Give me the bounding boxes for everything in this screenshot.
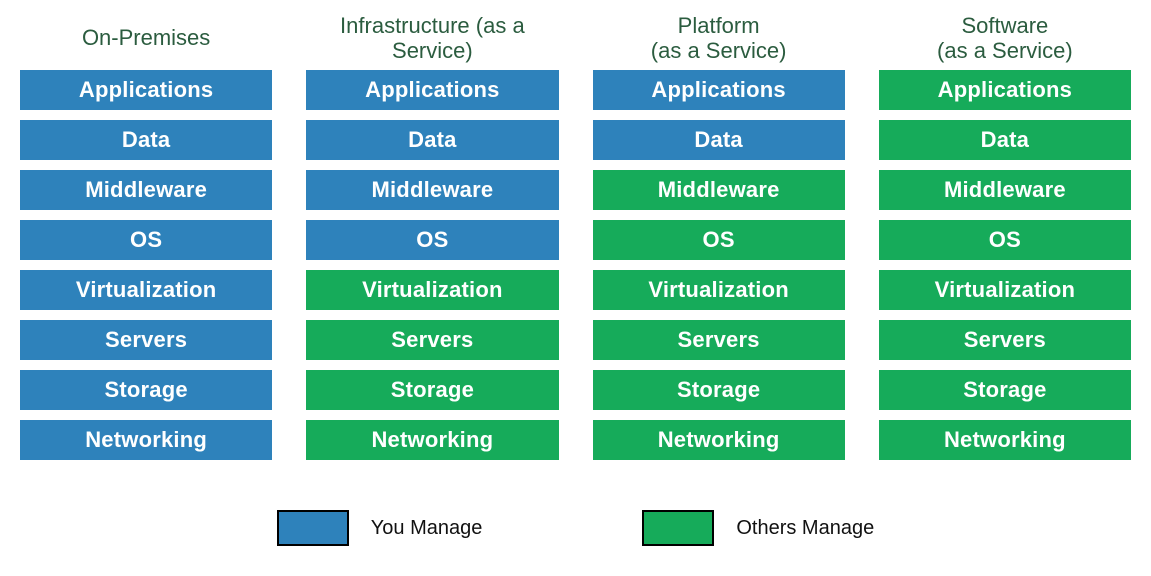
layer-networking: Networking — [593, 420, 845, 460]
legend-swatch-you — [277, 510, 349, 546]
layer-servers: Servers — [593, 320, 845, 360]
legend-label-other: Others Manage — [736, 517, 874, 540]
layer-networking: Networking — [20, 420, 272, 460]
layer-storage: Storage — [593, 370, 845, 410]
layer-data: Data — [593, 120, 845, 160]
layer-os: OS — [879, 220, 1131, 260]
layer-storage: Storage — [879, 370, 1131, 410]
layer-virtualization: Virtualization — [306, 270, 558, 310]
layer-os: OS — [20, 220, 272, 260]
layer-virtualization: Virtualization — [20, 270, 272, 310]
column-header: Infrastructure (as a Service) — [306, 10, 558, 66]
column-header: Platform (as a Service) — [593, 10, 845, 66]
layer-applications: Applications — [879, 70, 1131, 110]
legend-item-others-manage: Others Manage — [642, 510, 874, 546]
layer-data: Data — [879, 120, 1131, 160]
column-iaas: Infrastructure (as a Service) Applicatio… — [306, 10, 558, 470]
column-header: On-Premises — [20, 10, 272, 66]
layer-applications: Applications — [20, 70, 272, 110]
legend: You Manage Others Manage — [20, 510, 1131, 546]
legend-item-you-manage: You Manage — [277, 510, 483, 546]
layer-networking: Networking — [879, 420, 1131, 460]
layer-data: Data — [20, 120, 272, 160]
layer-storage: Storage — [306, 370, 558, 410]
legend-swatch-other — [642, 510, 714, 546]
layer-data: Data — [306, 120, 558, 160]
layer-middleware: Middleware — [20, 170, 272, 210]
legend-label-you: You Manage — [371, 517, 483, 540]
layer-os: OS — [593, 220, 845, 260]
layer-networking: Networking — [306, 420, 558, 460]
layer-middleware: Middleware — [879, 170, 1131, 210]
column-paas: Platform (as a Service) Applications Dat… — [593, 10, 845, 470]
layer-servers: Servers — [306, 320, 558, 360]
layer-servers: Servers — [20, 320, 272, 360]
layer-os: OS — [306, 220, 558, 260]
layer-servers: Servers — [879, 320, 1131, 360]
layer-middleware: Middleware — [593, 170, 845, 210]
service-model-grid: On-Premises Applications Data Middleware… — [20, 10, 1131, 470]
layer-virtualization: Virtualization — [593, 270, 845, 310]
column-on-premises: On-Premises Applications Data Middleware… — [20, 10, 272, 470]
layer-virtualization: Virtualization — [879, 270, 1131, 310]
layer-applications: Applications — [306, 70, 558, 110]
layer-middleware: Middleware — [306, 170, 558, 210]
layer-storage: Storage — [20, 370, 272, 410]
column-saas: Software (as a Service) Applications Dat… — [879, 10, 1131, 470]
column-header: Software (as a Service) — [879, 10, 1131, 66]
layer-applications: Applications — [593, 70, 845, 110]
